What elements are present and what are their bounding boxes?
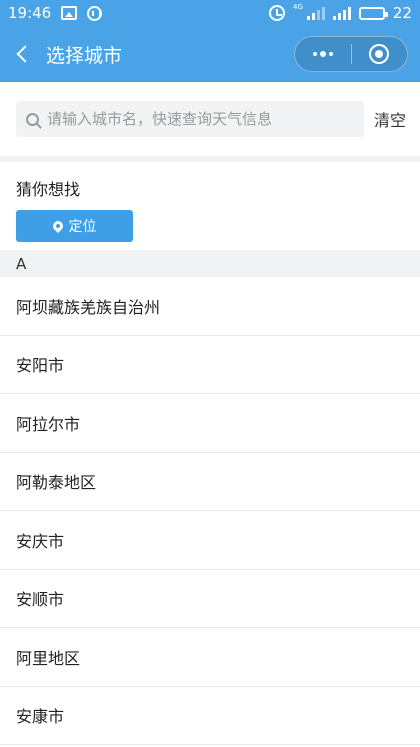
mini-program-capsule <box>294 36 408 72</box>
city-item[interactable]: 阿里地区 <box>0 628 420 687</box>
image-notification-icon <box>61 6 78 20</box>
close-mini-program-button[interactable] <box>352 37 408 71</box>
guess-title: 猜你想找 <box>16 180 81 199</box>
search-input[interactable] <box>47 110 354 128</box>
nav-bar: 选择城市 <box>0 26 420 82</box>
network-type: 4G <box>293 3 303 11</box>
city-item[interactable]: 阿拉尔市 <box>0 394 420 453</box>
battery-icon <box>358 6 388 20</box>
target-circle-icon <box>369 44 390 64</box>
app-notification-icon <box>87 5 103 21</box>
more-button[interactable] <box>295 37 351 71</box>
alarm-icon <box>269 5 286 21</box>
city-item[interactable]: 阿坝藏族羌族自治州 <box>0 277 420 336</box>
city-item[interactable]: 安康市 <box>0 687 420 745</box>
letter-header: A <box>0 250 420 277</box>
search-box[interactable] <box>16 101 364 137</box>
status-bar: 19:46 4G 22 <box>0 0 420 26</box>
search-section: 清空 <box>0 82 420 156</box>
page-title: 选择城市 <box>46 44 123 67</box>
clear-button[interactable]: 清空 <box>374 107 406 131</box>
back-button[interactable] <box>12 43 34 65</box>
city-item[interactable]: 安阳市 <box>0 336 420 394</box>
status-time: 19:46 <box>8 4 52 22</box>
locate-label: 定位 <box>68 219 97 235</box>
chevron-left-icon <box>16 45 34 63</box>
city-item[interactable]: 安顺市 <box>0 570 420 628</box>
more-dots-icon <box>312 51 333 57</box>
city-item[interactable]: 阿勒泰地区 <box>0 453 420 511</box>
locate-button[interactable]: 定位 <box>16 210 133 242</box>
signal-sim1-icon <box>306 6 325 20</box>
city-item[interactable]: 安庆市 <box>0 511 420 570</box>
city-list: 阿坝藏族羌族自治州 安阳市 阿拉尔市 阿勒泰地区 安庆市 安顺市 阿里地区 安康… <box>0 277 420 745</box>
signal-sim2-icon <box>332 6 351 20</box>
location-pin-icon <box>50 218 65 234</box>
guess-section: 猜你想找 定位 <box>0 162 420 250</box>
battery-percent: 22 <box>392 4 412 22</box>
search-icon <box>26 112 39 126</box>
